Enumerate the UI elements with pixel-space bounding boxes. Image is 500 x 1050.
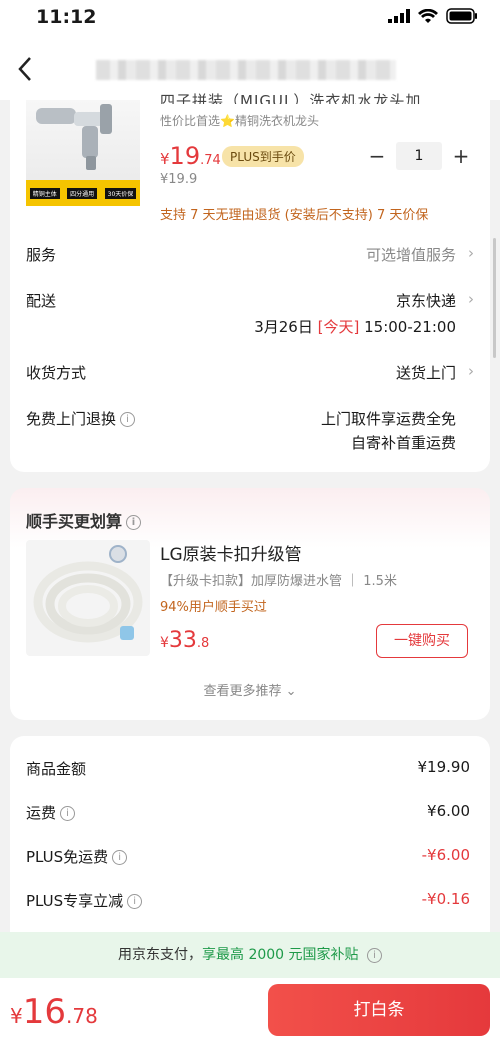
subsidy-banner[interactable]: 用京东支付，享最高 2000 元国家补贴 i bbox=[0, 932, 500, 978]
signal-icon bbox=[388, 9, 410, 23]
price-integer: 33 bbox=[168, 628, 197, 653]
order-card: 精铜主体 四分通用 30天价保 四子拼装（MIGUL）洗衣机水龙头加… 性价比首… bbox=[10, 92, 490, 472]
image-tag: 30天价保 bbox=[104, 187, 137, 199]
image-tag: 精铜主体 bbox=[29, 187, 60, 199]
blurred-title bbox=[96, 60, 396, 80]
freight-value: ¥6.00 bbox=[427, 802, 470, 820]
chevron-right-icon: › bbox=[468, 290, 474, 308]
image-tag-strip: 精铜主体 四分通用 30天价保 bbox=[26, 180, 140, 206]
plus-free-freight-text: PLUS免运费 bbox=[26, 848, 109, 866]
info-icon[interactable]: i bbox=[120, 412, 136, 427]
scrollbar[interactable] bbox=[493, 238, 496, 358]
plus-discount-text: PLUS专享立减 bbox=[26, 892, 124, 910]
increase-button[interactable]: + bbox=[452, 144, 470, 168]
freight-text: 运费 bbox=[26, 804, 57, 822]
recommend-title-text: 顺手买更划算 bbox=[26, 512, 123, 531]
free-return-text: 免费上门退换 bbox=[26, 410, 117, 428]
free-return-line1: 上门取件享运费全免 bbox=[320, 410, 456, 428]
subsidy-prefix: 用京东支付， bbox=[118, 947, 202, 963]
bottom-bar: ¥16.78 打白条 bbox=[0, 978, 500, 1050]
faucet-icon bbox=[36, 104, 112, 170]
back-button[interactable] bbox=[14, 56, 38, 82]
free-return-label: 免费上门退换 i bbox=[26, 408, 136, 429]
more-recommend-text: 查看更多推荐 bbox=[203, 684, 282, 699]
plus-free-freight-value: -¥6.00 bbox=[421, 846, 470, 864]
subsidy-highlight: 享最高 2000 元国家补贴 bbox=[202, 947, 359, 963]
goods-amount-value: ¥19.90 bbox=[417, 758, 471, 776]
chevron-down-icon: ⌄ bbox=[285, 684, 297, 699]
recommend-spec: 【升级卡扣款】加厚防爆进水管 ｜ 1.5米 bbox=[160, 574, 397, 589]
plus-discount-value: -¥0.16 bbox=[421, 890, 470, 908]
total-price: ¥16.78 bbox=[10, 992, 98, 1032]
info-icon[interactable]: i bbox=[112, 850, 128, 865]
info-icon[interactable]: i bbox=[60, 806, 76, 821]
status-bar: 11:12 bbox=[0, 0, 500, 36]
more-recommend-link[interactable]: 查看更多推荐 ⌄ bbox=[10, 680, 490, 699]
info-icon[interactable]: i bbox=[366, 947, 382, 963]
service-label: 服务 bbox=[26, 246, 57, 264]
price-currency: ¥ bbox=[160, 150, 170, 168]
quantity-input[interactable]: 1 bbox=[396, 142, 442, 170]
price-currency: ¥ bbox=[160, 635, 169, 651]
recommend-title: 顺手买更划算 i bbox=[26, 508, 142, 532]
original-price: ¥19.9 bbox=[160, 172, 198, 187]
price-decimal: .78 bbox=[66, 1004, 98, 1028]
product-price: ¥19.74 bbox=[160, 142, 221, 170]
product-subtitle: 性价比首选⭐精铜洗衣机龙头 bbox=[160, 114, 319, 128]
delivery-window: 15:00-21:00 bbox=[364, 318, 456, 336]
price-integer: 19 bbox=[169, 142, 201, 170]
plus-price-badge: PLUS到手价 bbox=[222, 146, 304, 167]
delivery-date: 3月26日 bbox=[254, 318, 313, 336]
chevron-left-icon bbox=[18, 57, 31, 81]
recommend-stat: 94%用户顺手买过 bbox=[160, 600, 267, 615]
product-image[interactable]: 精铜主体 四分通用 30天价保 bbox=[26, 100, 140, 206]
freight-label: 运费 i bbox=[26, 802, 76, 823]
status-icons bbox=[388, 8, 478, 24]
recommend-price: ¥33.8 bbox=[160, 628, 209, 653]
price-decimal: .8 bbox=[196, 636, 210, 651]
info-icon[interactable]: i bbox=[126, 515, 142, 530]
plus-free-freight-label: PLUS免运费 i bbox=[26, 846, 128, 867]
delivery-label: 配送 bbox=[26, 292, 57, 310]
quantity-stepper: − 1 + bbox=[368, 142, 470, 170]
price-decimal: .74 bbox=[200, 153, 221, 168]
service-value: 可选增值服务 bbox=[365, 246, 456, 264]
info-icon[interactable]: i bbox=[127, 894, 143, 909]
plus-discount-label: PLUS专享立减 i bbox=[26, 890, 143, 911]
status-time: 11:12 bbox=[36, 6, 97, 28]
delivery-today-tag: [今天] bbox=[317, 318, 360, 336]
price-currency: ¥ bbox=[10, 1004, 23, 1028]
price-integer: 16 bbox=[22, 992, 66, 1032]
pay-button[interactable]: 打白条 bbox=[268, 984, 490, 1036]
recommend-image[interactable] bbox=[26, 540, 150, 656]
one-click-buy-button[interactable]: 一键购买 bbox=[376, 624, 468, 658]
hose-icon bbox=[33, 545, 143, 643]
receive-method-value: 送货上门 bbox=[395, 364, 456, 382]
delivery-carrier: 京东快递 bbox=[395, 292, 456, 310]
product-name: 四子拼装（MIGUL）洗衣机水龙头加… bbox=[160, 92, 438, 104]
chevron-right-icon: › bbox=[468, 362, 474, 380]
return-policy: 支持 7 天无理由退货 (安装后不支持) 7 天价保 bbox=[160, 208, 429, 223]
decrease-button[interactable]: − bbox=[368, 144, 386, 168]
recommend-card: 顺手买更划算 i LG原装卡扣升级管 【升级卡扣款】加厚防爆进水管 ｜ 1.5米 … bbox=[10, 488, 490, 720]
battery-icon bbox=[446, 8, 477, 24]
delivery-time: 3月26日 [今天] 15:00-21:00 bbox=[254, 316, 456, 337]
goods-amount-label: 商品金额 bbox=[26, 760, 87, 778]
image-tag: 四分通用 bbox=[67, 187, 98, 199]
free-return-line2: 自寄补首重运费 bbox=[350, 434, 456, 452]
receive-method-label: 收货方式 bbox=[26, 364, 87, 382]
chevron-right-icon: › bbox=[468, 244, 474, 262]
recommend-name[interactable]: LG原装卡扣升级管 bbox=[160, 540, 302, 565]
wifi-icon bbox=[418, 8, 438, 23]
